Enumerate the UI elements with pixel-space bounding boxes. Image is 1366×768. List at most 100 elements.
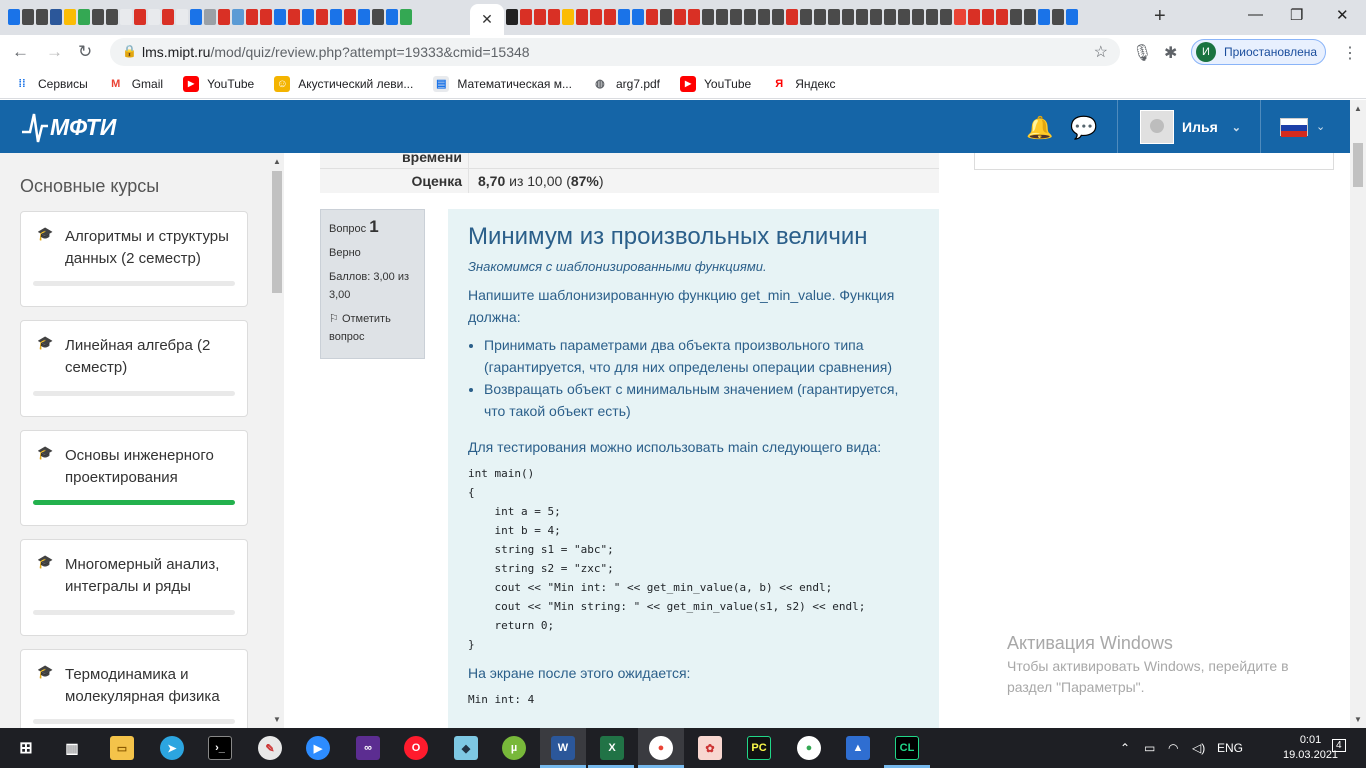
- volume-icon[interactable]: ◁): [1192, 741, 1205, 755]
- windows-taskbar: ⊞ ▥ ▭ ➤ ›_ ✎ ▶ ∞ O ◆ µ W X ● ✿ PC ● ▲ CL…: [0, 728, 1366, 768]
- bookmark-gmail[interactable]: M Gmail: [108, 76, 163, 92]
- system-clock[interactable]: 0:01 19.03.2021: [1283, 733, 1338, 763]
- bookmark-star-icon[interactable]: ☆: [1094, 42, 1108, 62]
- activation-line: Чтобы активировать Windows, перейдите в: [1007, 658, 1289, 674]
- zoom-icon[interactable]: ▶: [306, 736, 330, 760]
- flag-icon: ⚐: [329, 313, 339, 325]
- visual-studio-icon[interactable]: ∞: [356, 736, 380, 760]
- bookmark-youtube-2[interactable]: ▶ YouTube: [680, 75, 751, 92]
- mipt-logo[interactable]: МФТИ: [22, 110, 116, 144]
- russian-flag-icon[interactable]: [1280, 118, 1308, 137]
- extension-icon[interactable]: 🎙: [1132, 43, 1152, 63]
- chrome-profile-icon[interactable]: ●: [797, 736, 821, 760]
- scroll-up-icon[interactable]: ▲: [1354, 104, 1362, 113]
- menu-dots-icon[interactable]: ⋮: [1342, 43, 1358, 63]
- tray-chevron-icon[interactable]: ⌃: [1120, 741, 1130, 755]
- bookmark-math[interactable]: ▤ Математическая м...: [433, 75, 572, 92]
- minimize-icon[interactable]: —: [1248, 6, 1263, 23]
- course-card[interactable]: 🎓 Многомерный анализ, интегралы и ряды: [20, 539, 248, 636]
- wifi-icon[interactable]: ◠: [1168, 741, 1178, 755]
- course-name[interactable]: Многомерный анализ, интегралы и ряды: [65, 554, 240, 598]
- browser-toolbar: ← → ↻ 🔒 lms.mipt.ru/mod/quiz/review.php?…: [0, 35, 1366, 69]
- close-tab-icon[interactable]: ✕: [481, 11, 493, 28]
- tab-strip: ✕ + — ❐ ✕: [0, 0, 1366, 35]
- bookmark-yandex[interactable]: Я Яндекс: [771, 76, 835, 92]
- tab-favicons-right[interactable]: [506, 9, 1078, 25]
- bookmark-youtube[interactable]: ▶ YouTube: [183, 75, 254, 92]
- paint-icon[interactable]: ✎: [258, 736, 282, 760]
- clion-icon[interactable]: CL: [895, 736, 919, 760]
- right-block: [974, 153, 1334, 170]
- user-name: Илья: [1182, 119, 1218, 135]
- notes-icon[interactable]: ◆: [454, 736, 478, 760]
- expect-intro: На экране после этого ожидается:: [468, 665, 691, 681]
- terminal-icon[interactable]: ›_: [208, 736, 232, 760]
- windows-activation-watermark: Активация Windows Чтобы активировать Win…: [1007, 633, 1289, 698]
- page-scrollbar[interactable]: ▲ ▼: [1350, 100, 1366, 728]
- sidebar-scrollbar[interactable]: ▲ ▼: [270, 153, 284, 728]
- notifications-bell-icon[interactable]: 🔔: [1026, 115, 1053, 141]
- gmail-icon: M: [111, 77, 121, 90]
- puzzle-icon[interactable]: ✱: [1164, 43, 1177, 63]
- question-points: Баллов: 3,00 из 3,00: [329, 271, 410, 301]
- address-bar[interactable]: 🔒 lms.mipt.ru/mod/quiz/review.php?attemp…: [110, 38, 1120, 66]
- header-divider: [1117, 100, 1118, 153]
- active-tab[interactable]: ✕: [470, 4, 504, 35]
- app-icon[interactable]: ✿: [698, 736, 722, 760]
- reload-icon[interactable]: ↻: [78, 42, 92, 62]
- time-label: времени: [402, 153, 462, 165]
- windows-start-icon[interactable]: ⊞: [14, 736, 38, 760]
- scroll-down-icon[interactable]: ▼: [1354, 715, 1362, 724]
- course-progress-bar: [33, 500, 235, 505]
- summary-row-grade: Оценка 8,70 из 10,00 (87%): [320, 169, 939, 193]
- bookmark-services[interactable]: ⁞⁞ Сервисы: [14, 76, 87, 92]
- tab-favicons-left[interactable]: [8, 9, 412, 25]
- question-info: Вопрос 1 Верно Баллов: 3,00 из 3,00 ⚐ От…: [320, 209, 425, 359]
- opera-icon[interactable]: O: [404, 736, 428, 760]
- course-name[interactable]: Термодинамика и молекулярная физика: [65, 664, 240, 708]
- bookmark-arg7[interactable]: ◍ arg7.pdf: [592, 76, 660, 92]
- excel-icon[interactable]: X: [600, 736, 624, 760]
- back-icon[interactable]: ←: [12, 42, 29, 62]
- course-name[interactable]: Линейная алгебра (2 семестр): [65, 335, 240, 379]
- chrome-icon[interactable]: ●: [649, 736, 673, 760]
- courses-sidebar: Основные курсы 🎓 Алгоритмы и структуры д…: [0, 153, 284, 728]
- pulse-logo-icon: [22, 113, 48, 143]
- telegram-icon[interactable]: ➤: [160, 736, 184, 760]
- scroll-up-icon[interactable]: ▲: [273, 157, 281, 166]
- file-explorer-icon[interactable]: ▭: [110, 736, 134, 760]
- course-card[interactable]: 🎓 Термодинамика и молекулярная физика: [20, 649, 248, 728]
- lock-icon: 🔒: [122, 44, 137, 58]
- course-progress-bar: [33, 391, 235, 396]
- header-divider: [1260, 100, 1261, 153]
- course-card[interactable]: 🎓 Линейная алгебра (2 семестр): [20, 320, 248, 417]
- close-window-icon[interactable]: ✕: [1336, 6, 1349, 24]
- battery-icon[interactable]: ▭: [1144, 741, 1155, 755]
- photos-icon[interactable]: ▲: [846, 736, 870, 760]
- language-indicator[interactable]: ENG: [1217, 741, 1243, 755]
- course-card[interactable]: 🎓 Основы инженерного проектирования: [20, 430, 248, 526]
- pycharm-icon[interactable]: PC: [747, 736, 771, 760]
- chevron-down-icon[interactable]: ⌄: [1316, 120, 1325, 133]
- course-name[interactable]: Основы инженерного проектирования: [65, 445, 240, 489]
- bookmark-acoustic[interactable]: ☺ Акустический леви...: [274, 75, 413, 92]
- scrollbar-thumb[interactable]: [1353, 143, 1363, 187]
- scroll-down-icon[interactable]: ▼: [273, 715, 281, 724]
- task-view-icon[interactable]: ▥: [60, 736, 84, 760]
- restore-icon[interactable]: ❐: [1290, 6, 1303, 24]
- notifications-center[interactable]: 4: [1332, 739, 1346, 752]
- profile-avatar: И: [1196, 42, 1216, 62]
- profile-button[interactable]: И Приостановлена: [1191, 39, 1326, 65]
- course-card[interactable]: 🎓 Алгоритмы и структуры данных (2 семест…: [20, 211, 248, 307]
- new-tab-icon[interactable]: +: [1154, 5, 1166, 28]
- utorrent-icon[interactable]: µ: [502, 736, 526, 760]
- bookmarks-bar: ⁞⁞ Сервисы M Gmail ▶ YouTube ☺ Акустический …: [0, 69, 1366, 99]
- flag-question-link[interactable]: ⚐ Отметить вопрос: [329, 310, 416, 346]
- scrollbar-thumb[interactable]: [272, 171, 282, 293]
- site-header: МФТИ 🔔 💬 Илья ⌄: [0, 100, 1366, 153]
- course-name[interactable]: Алгоритмы и структуры данных (2 семестр): [65, 226, 240, 270]
- user-menu[interactable]: Илья ⌄: [1140, 110, 1241, 144]
- word-icon[interactable]: W: [551, 736, 575, 760]
- messages-icon[interactable]: 💬: [1070, 115, 1097, 141]
- forward-icon[interactable]: →: [46, 42, 63, 62]
